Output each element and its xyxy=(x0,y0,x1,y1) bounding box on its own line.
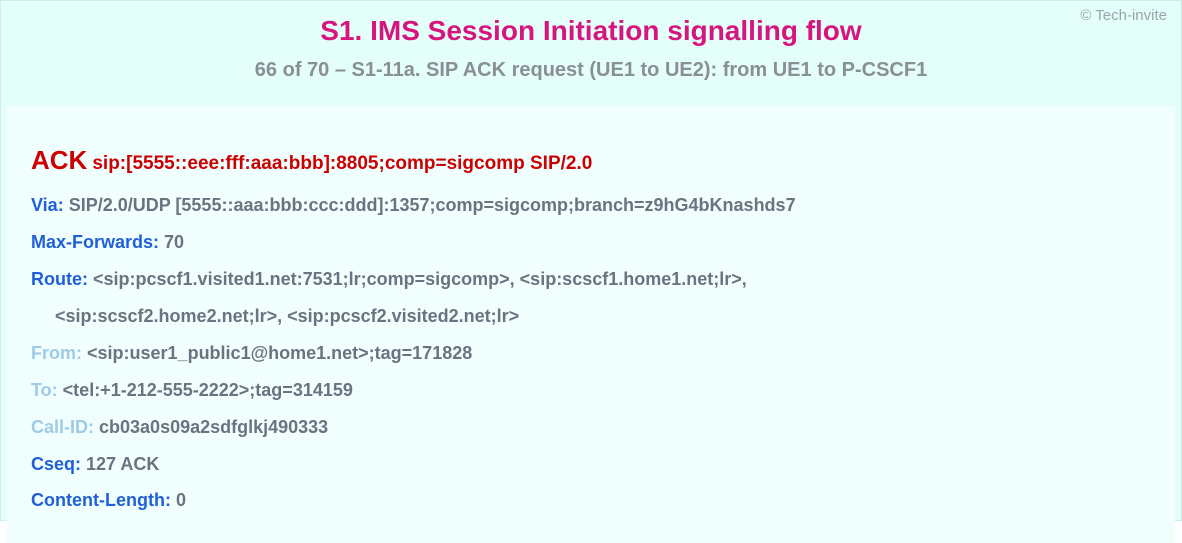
request-method: ACK xyxy=(31,145,87,175)
page: © Tech-invite S1. IMS Session Initiation… xyxy=(0,0,1182,521)
header-from: From: <sip:user1_public1@home1.net>;tag=… xyxy=(31,335,1151,372)
header-route-value-1: <sip:pcscf1.visited1.net:7531;lr;comp=si… xyxy=(93,269,747,289)
header-max-forwards-label: Max-Forwards: xyxy=(31,232,159,252)
header-content-length: Content-Length: 0 xyxy=(31,482,1151,519)
header-call-id-label: Call-ID: xyxy=(31,417,94,437)
header-to-label: To: xyxy=(31,380,58,400)
header-cseq: Cseq: 127 ACK xyxy=(31,446,1151,483)
header: S1. IMS Session Initiation signalling fl… xyxy=(1,1,1181,96)
header-call-id-value: cb03a0s09a2sdfglkj490333 xyxy=(99,417,328,437)
header-route: Route: <sip:pcscf1.visited1.net:7531;lr;… xyxy=(31,261,1151,298)
header-max-forwards-value: 70 xyxy=(164,232,184,252)
header-to-value: <tel:+1-212-555-2222>;tag=314159 xyxy=(63,380,353,400)
header-to: To: <tel:+1-212-555-2222>;tag=314159 xyxy=(31,372,1151,409)
header-route-value-2: <sip:scscf2.home2.net;lr>, <sip:pcscf2.v… xyxy=(55,306,519,326)
header-cseq-value: 127 ACK xyxy=(86,454,159,474)
header-route-label: Route: xyxy=(31,269,88,289)
header-from-label: From: xyxy=(31,343,82,363)
copyright-text: © Tech-invite xyxy=(1080,7,1167,24)
page-subtitle: 66 of 70 – S1-11a. SIP ACK request (UE1 … xyxy=(1,59,1181,82)
header-via: Via: SIP/2.0/UDP [5555::aaa:bbb:ccc:ddd]… xyxy=(31,187,1151,224)
request-uri: sip:[5555::eee:fff:aaa:bbb]:8805;comp=si… xyxy=(92,153,592,174)
header-route-cont: <sip:scscf2.home2.net;lr>, <sip:pcscf2.v… xyxy=(31,298,1151,335)
request-line: ACK sip:[5555::eee:fff:aaa:bbb]:8805;com… xyxy=(31,134,1151,187)
header-via-value: SIP/2.0/UDP [5555::aaa:bbb:ccc:ddd]:1357… xyxy=(69,195,796,215)
page-title: S1. IMS Session Initiation signalling fl… xyxy=(1,15,1181,47)
header-from-value: <sip:user1_public1@home1.net>;tag=171828 xyxy=(87,343,472,363)
header-via-label: Via: xyxy=(31,195,64,215)
header-content-length-value: 0 xyxy=(176,490,186,510)
sip-message-body: ACK sip:[5555::eee:fff:aaa:bbb]:8805;com… xyxy=(7,106,1175,543)
header-cseq-label: Cseq: xyxy=(31,454,81,474)
header-call-id: Call-ID: cb03a0s09a2sdfglkj490333 xyxy=(31,409,1151,446)
header-content-length-label: Content-Length: xyxy=(31,490,171,510)
header-max-forwards: Max-Forwards: 70 xyxy=(31,224,1151,261)
